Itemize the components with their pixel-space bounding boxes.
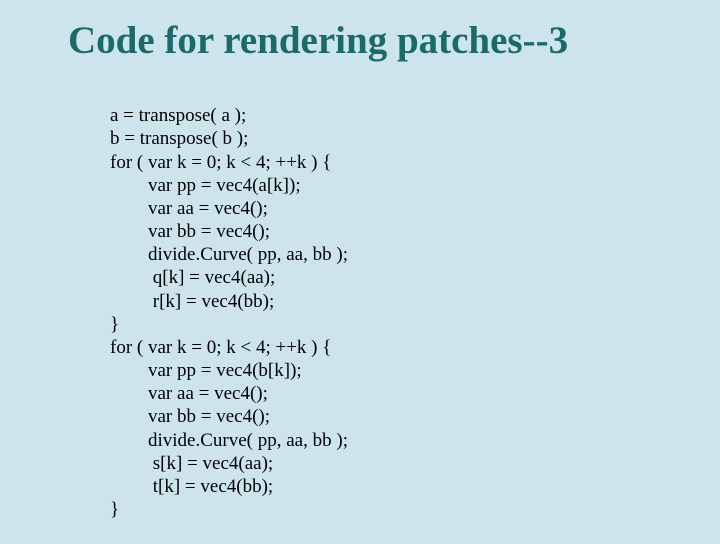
code-line: var pp = vec4(b[k]); (110, 360, 302, 381)
code-line: b = transpose( b ); (110, 128, 248, 149)
code-line: } (110, 499, 119, 520)
code-line: divide.Curve( pp, aa, bb ); (110, 244, 348, 265)
code-line: r[k] = vec4(bb); (110, 291, 274, 312)
code-line: divide.Curve( pp, aa, bb ); (110, 430, 348, 451)
code-line: q[k] = vec4(aa); (110, 267, 275, 288)
code-line: for ( var k = 0; k < 4; ++k ) { (110, 337, 331, 358)
code-line: var bb = vec4(); (110, 406, 270, 427)
code-line: for ( var k = 0; k < 4; ++k ) { (110, 152, 331, 173)
code-block: a = transpose( a ); b = transpose( b ); … (110, 81, 680, 544)
code-line: var pp = vec4(a[k]); (110, 175, 301, 196)
code-line: s[k] = vec4(aa); (110, 453, 273, 474)
code-line: var aa = vec4(); (110, 383, 268, 404)
code-line: } (110, 314, 119, 335)
slide: Code for rendering patches--3 a = transp… (0, 0, 720, 540)
code-line: var aa = vec4(); (110, 198, 268, 219)
code-line: var bb = vec4(); (110, 221, 270, 242)
code-line: t[k] = vec4(bb); (110, 476, 273, 497)
code-line: a = transpose( a ); (110, 105, 246, 126)
slide-title: Code for rendering patches--3 (68, 18, 680, 63)
